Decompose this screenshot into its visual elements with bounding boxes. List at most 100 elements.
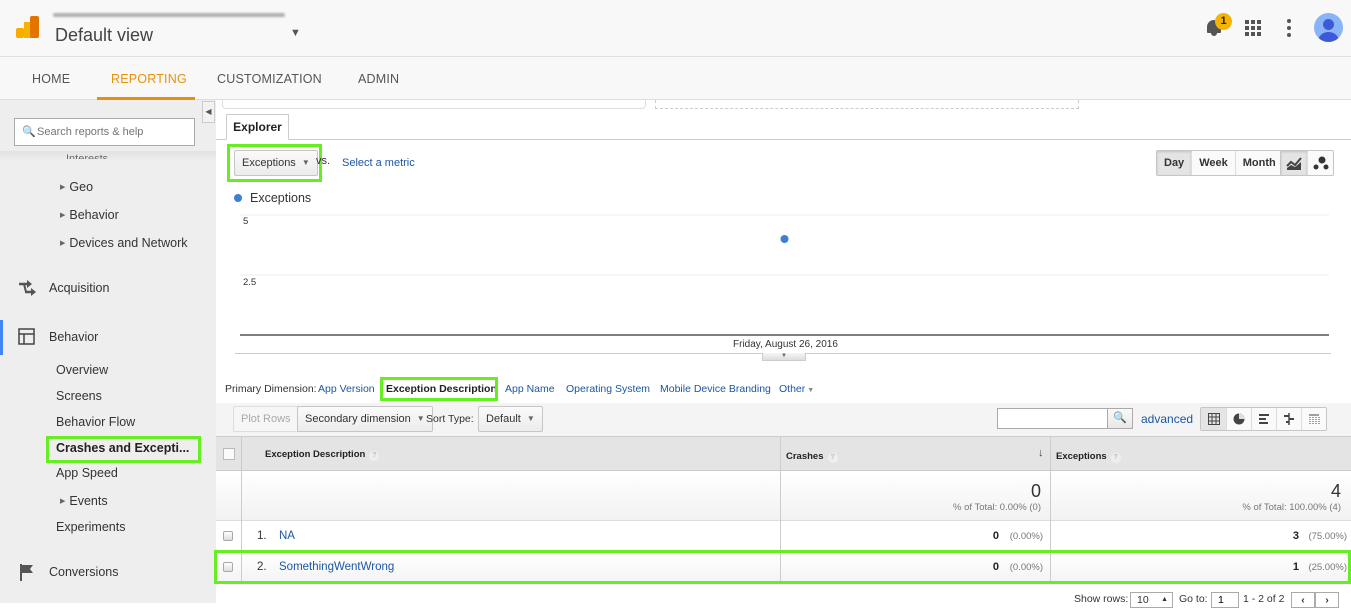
show-rows-label: Show rows: [1074, 593, 1129, 605]
sidebar-item-acquisition[interactable]: Acquisition [49, 281, 109, 295]
column-header-crashes[interactable]: Crashes? [786, 451, 838, 463]
dimension-app-version[interactable]: App Version [318, 383, 375, 395]
collapse-sidebar-button[interactable]: ◀ [202, 101, 215, 123]
chevron-down-icon[interactable]: ▼ [290, 27, 301, 39]
sidebar-item-events[interactable]: ▶ Events [60, 494, 108, 508]
column-header-exceptions[interactable]: Exceptions? [1056, 451, 1121, 463]
table-header: Exception Description? Crashes? ↓ Except… [216, 436, 1351, 471]
sidebar-item-geo[interactable]: ▶ Geo [60, 180, 93, 194]
sidebar-item-behavior[interactable]: Behavior [49, 330, 98, 344]
sidebar-item-app-speed[interactable]: App Speed [56, 466, 118, 480]
sidebar-item-behavior-audience[interactable]: ▶ Behavior [60, 208, 119, 222]
vs-label: vs. [316, 155, 331, 167]
sidebar-item-screens[interactable]: Screens [56, 389, 102, 403]
prev-page-button[interactable]: ‹ [1291, 592, 1315, 608]
advanced-filter-link[interactable]: advanced [1141, 412, 1193, 426]
avatar[interactable] [1314, 13, 1343, 42]
sidebar-item-behavior-flow[interactable]: Behavior Flow [56, 415, 135, 429]
select-metric-link[interactable]: Select a metric [342, 157, 415, 169]
percentage-view-button[interactable] [1226, 408, 1251, 430]
help-icon[interactable]: ? [369, 451, 380, 461]
chevron-down-icon: ▼ [416, 414, 425, 423]
comparison-view-button[interactable] [1276, 408, 1301, 430]
sort-type-dropdown[interactable]: Default ▼ [478, 406, 543, 432]
table-row: 1. NA 0 (0.00%) 3 (75.00%) [216, 521, 1351, 552]
apps-grid-icon[interactable] [1245, 20, 1261, 36]
row-exceptions: 3 [1292, 530, 1299, 542]
notification-badge: 1 [1215, 13, 1232, 30]
chart-type-toggle [1280, 150, 1334, 176]
row-description-link[interactable]: NA [279, 530, 295, 542]
legend-label: Exceptions [250, 191, 312, 205]
add-segment-box[interactable] [655, 100, 1079, 109]
sidebar-item-overview[interactable]: Overview [56, 363, 108, 377]
table-view-toggle [1200, 407, 1327, 431]
highlight-box [46, 436, 201, 463]
chevron-down-icon: ▼ [526, 414, 535, 423]
dimension-mobile-device-branding[interactable]: Mobile Device Branding [660, 383, 771, 395]
y-tick-label: 5 [243, 216, 249, 227]
tab-explorer[interactable]: Explorer [226, 114, 289, 140]
sidebar-item-experiments[interactable]: Experiments [56, 520, 125, 534]
caret-right-icon: ▶ [60, 184, 66, 191]
tab-divider [216, 139, 1351, 140]
term-cloud-view-button[interactable] [1301, 408, 1326, 430]
help-icon[interactable]: ? [1110, 453, 1121, 463]
primary-dimension-label: Primary Dimension: [225, 383, 317, 395]
analytics-logo[interactable] [16, 16, 40, 40]
tab-customization[interactable]: CUSTOMIZATION [217, 72, 322, 86]
sidebar-search[interactable]: 🔍 [14, 118, 195, 146]
goto-page-input[interactable] [1211, 592, 1239, 608]
plot-rows-button[interactable]: Plot Rows [233, 406, 299, 432]
row-checkbox[interactable] [223, 531, 233, 541]
main-nav: HOME REPORTING CUSTOMIZATION ADMIN [0, 57, 1351, 100]
sidebar-item-conversions[interactable]: Conversions [49, 565, 118, 579]
dimension-operating-system[interactable]: Operating System [566, 383, 650, 395]
sidebar-item-interests[interactable]: Interests [66, 153, 108, 159]
dimension-app-name[interactable]: App Name [505, 383, 555, 395]
chevron-down-icon: ▼ [807, 387, 815, 394]
help-icon[interactable]: ? [827, 453, 838, 463]
line-chart-icon [1286, 157, 1302, 170]
acquisition-icon [19, 280, 36, 296]
dimension-other-dropdown[interactable]: Other ▼ [779, 383, 814, 395]
goto-label: Go to: [1179, 593, 1208, 605]
total-exceptions-pct: % of Total: 100.00% (4) [1242, 502, 1341, 513]
more-vert-icon[interactable] [1287, 19, 1291, 37]
performance-view-button[interactable] [1251, 408, 1276, 430]
view-selector[interactable]: Default view [55, 25, 153, 46]
select-all-checkbox[interactable] [223, 448, 235, 460]
line-chart-button[interactable] [1281, 151, 1307, 175]
day-button[interactable]: Day [1157, 151, 1192, 175]
column-header-exception-description[interactable]: Exception Description? [265, 449, 380, 461]
tab-reporting[interactable]: REPORTING [111, 72, 187, 86]
tab-home[interactable]: HOME [32, 72, 70, 86]
segment-box[interactable] [222, 100, 646, 109]
data-view-button[interactable] [1201, 408, 1226, 430]
grid-icon [1207, 413, 1220, 425]
highlight-box [214, 550, 1351, 584]
totals-row: 0 % of Total: 0.00% (0) 4 % of Total: 10… [216, 471, 1351, 521]
table-search-button[interactable]: 🔍 [1107, 408, 1133, 429]
flag-icon [20, 564, 33, 581]
month-button[interactable]: Month [1234, 151, 1283, 175]
table-filter-input[interactable] [997, 408, 1108, 429]
caret-right-icon: ▶ [60, 240, 66, 247]
tab-admin[interactable]: ADMIN [358, 72, 399, 86]
sidebar-item-devices-network[interactable]: ▶ Devices and Network [60, 236, 188, 250]
highlight-box [227, 144, 322, 182]
week-button[interactable]: Week [1191, 151, 1235, 175]
search-icon: 🔍 [22, 126, 36, 138]
behavior-layout-icon [18, 328, 35, 345]
row-crashes-pct: (0.00%) [1009, 531, 1043, 542]
search-input[interactable] [37, 123, 192, 141]
app-header: Default view ▼ 1 [0, 0, 1351, 57]
row-index: 1. [257, 530, 267, 542]
secondary-dimension-dropdown[interactable]: Secondary dimension ▼ [297, 406, 433, 432]
show-rows-select[interactable]: 10 ▲ [1130, 592, 1173, 608]
next-page-button[interactable]: › [1315, 592, 1339, 608]
collapse-chart-handle[interactable]: ▼ [762, 353, 806, 361]
chevron-up-icon: ▲ [1161, 596, 1168, 603]
data-point[interactable] [780, 235, 789, 243]
motion-chart-button[interactable] [1307, 151, 1333, 175]
